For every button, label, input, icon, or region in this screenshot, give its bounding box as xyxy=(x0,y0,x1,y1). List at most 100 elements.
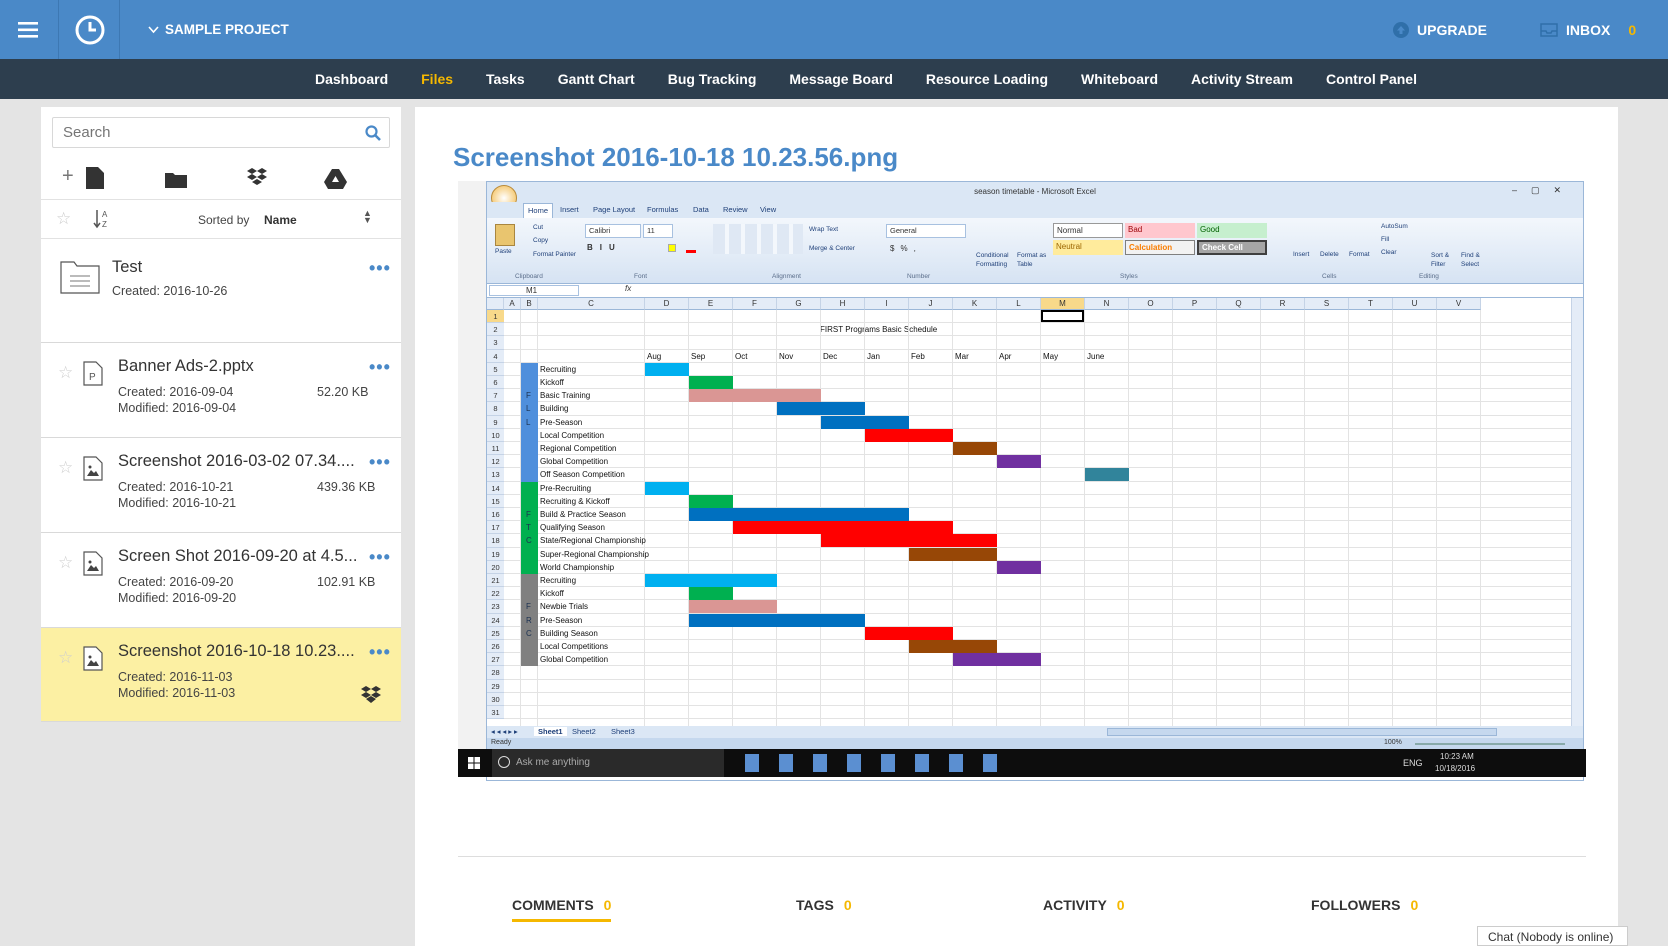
font-name-select[interactable]: Calibri xyxy=(585,224,641,238)
menu-icon[interactable] xyxy=(0,0,59,59)
paste-icon[interactable] xyxy=(495,224,515,246)
fill-color-icon[interactable] xyxy=(668,244,676,252)
merge-center-button[interactable]: Merge & Center xyxy=(809,245,855,252)
more-icon[interactable]: ••• xyxy=(369,452,391,473)
sheet-nav-icons[interactable]: ◂◂◂▸▸ xyxy=(491,727,520,736)
nav-activity-stream[interactable]: Activity Stream xyxy=(1191,71,1293,87)
alignment-icons[interactable] xyxy=(713,224,803,254)
style-normal[interactable]: Normal xyxy=(1053,223,1123,238)
nav-tasks[interactable]: Tasks xyxy=(486,71,525,87)
star-icon[interactable]: ☆ xyxy=(58,648,73,668)
star-icon[interactable]: ☆ xyxy=(58,363,73,383)
upgrade-button[interactable]: UPGRADE xyxy=(1393,0,1487,59)
number-format-select[interactable]: General xyxy=(886,224,966,238)
bold-italic-underline-icons[interactable]: BIU xyxy=(587,243,622,252)
number-group-label: Number xyxy=(907,273,931,280)
sheet-tab-2[interactable]: Sheet2 xyxy=(572,727,596,736)
ribbon-tab-page-layout[interactable]: Page Layout xyxy=(593,205,635,214)
plus-icon[interactable]: + xyxy=(62,165,74,188)
google-drive-icon[interactable] xyxy=(324,169,347,189)
vertical-scrollbar[interactable] xyxy=(1571,298,1583,726)
star-icon[interactable]: ☆ xyxy=(58,553,73,573)
search-icon[interactable] xyxy=(365,124,381,141)
style-check-cell[interactable]: Check Cell xyxy=(1197,240,1267,255)
nav-files[interactable]: Files xyxy=(421,71,453,87)
sheet-tab-1[interactable]: Sheet1 xyxy=(534,727,567,736)
font-size-select[interactable]: 11 xyxy=(643,224,673,238)
ribbon-tab-formulas[interactable]: Formulas xyxy=(647,205,678,214)
zoom-slider[interactable] xyxy=(1415,743,1565,745)
inbox-button[interactable]: INBOX 0 xyxy=(1540,0,1636,59)
clear-button[interactable]: Clear xyxy=(1381,249,1397,256)
clock-icon[interactable] xyxy=(60,0,120,59)
autosum-button[interactable]: AutoSum xyxy=(1381,223,1408,230)
font-color-icon[interactable] xyxy=(686,250,696,253)
nav-bug-tracking[interactable]: Bug Tracking xyxy=(668,71,757,87)
sort-select[interactable]: Name xyxy=(264,213,297,227)
delete-cells-button[interactable]: Delete xyxy=(1320,251,1339,258)
tab-comments[interactable]: COMMENTS 0 xyxy=(512,897,612,922)
insert-cells-button[interactable]: Insert xyxy=(1293,251,1309,258)
tab-activity[interactable]: ACTIVITY 0 xyxy=(1043,897,1125,913)
star-icon[interactable]: ☆ xyxy=(58,458,73,478)
cortana-search[interactable]: Ask me anything xyxy=(492,749,724,777)
file-item-test[interactable]: Test Created: 2016-10-26 ••• xyxy=(41,239,401,343)
sort-arrows-icon[interactable]: ▲ ▼ xyxy=(363,209,372,225)
new-file-icon[interactable] xyxy=(86,167,104,189)
file-item[interactable]: ☆ Screen Shot 2016-09-20 at 4.5... Creat… xyxy=(41,533,401,628)
format-table-button[interactable]: Format as Table xyxy=(1017,251,1051,269)
cut-button[interactable]: Cut xyxy=(533,224,543,231)
nav-resource-loading[interactable]: Resource Loading xyxy=(926,71,1048,87)
file-item-selected[interactable]: ☆ Screenshot 2016-10-18 10.23.... Create… xyxy=(41,628,401,722)
search-input[interactable] xyxy=(63,124,343,141)
gantt-bar xyxy=(645,481,689,495)
ribbon-tab-insert[interactable]: Insert xyxy=(560,205,579,214)
style-good[interactable]: Good xyxy=(1197,223,1267,238)
tab-followers[interactable]: FOLLOWERS 0 xyxy=(1311,897,1418,913)
style-neutral[interactable]: Neutral xyxy=(1053,240,1123,255)
style-calculation[interactable]: Calculation xyxy=(1125,240,1195,255)
tab-tags[interactable]: TAGS 0 xyxy=(796,897,852,913)
fill-button[interactable]: Fill xyxy=(1381,236,1389,243)
project-selector[interactable]: SAMPLE PROJECT xyxy=(148,0,289,59)
nav-whiteboard[interactable]: Whiteboard xyxy=(1081,71,1158,87)
star-icon[interactable]: ☆ xyxy=(56,209,71,229)
ribbon-tab-review[interactable]: Review xyxy=(723,205,748,214)
more-icon[interactable]: ••• xyxy=(369,258,391,279)
horizontal-scrollbar[interactable] xyxy=(1107,728,1497,736)
dropbox-icon[interactable] xyxy=(246,168,268,188)
nav-control-panel[interactable]: Control Panel xyxy=(1326,71,1417,87)
column-gridline xyxy=(1128,310,1129,726)
format-painter-button[interactable]: Format Painter xyxy=(533,251,576,258)
taskbar-apps-icons[interactable] xyxy=(737,754,1017,772)
nav-dashboard[interactable]: Dashboard xyxy=(315,71,388,87)
name-box[interactable]: M1 xyxy=(489,285,579,296)
copy-button[interactable]: Copy xyxy=(533,237,548,244)
ribbon-tab-view[interactable]: View xyxy=(760,205,776,214)
file-item[interactable]: ☆ Screenshot 2016-03-02 07.34.... Create… xyxy=(41,438,401,533)
style-bad[interactable]: Bad xyxy=(1125,223,1195,238)
window-controls-icon[interactable]: ‒▢✕ xyxy=(1512,185,1575,196)
chat-widget[interactable]: Chat (Nobody is online) xyxy=(1477,926,1628,946)
sort-filter-button[interactable]: Sort & Filter xyxy=(1431,251,1459,269)
conditional-formatting-button[interactable]: Conditional Formatting xyxy=(976,251,1014,269)
ribbon-tab-home[interactable]: Home xyxy=(523,203,554,218)
nav-gantt-chart[interactable]: Gantt Chart xyxy=(558,71,635,87)
file-item[interactable]: ☆ P Banner Ads-2.pptx Created: 2016-09-0… xyxy=(41,343,401,438)
more-icon[interactable]: ••• xyxy=(369,642,391,663)
ribbon-tab-data[interactable]: Data xyxy=(693,205,709,214)
spreadsheet-grid[interactable]: FIRST Programs Basic Schedule ABCDEFGHIJ… xyxy=(487,298,1573,726)
more-icon[interactable]: ••• xyxy=(369,357,391,378)
find-select-button[interactable]: Find & Select xyxy=(1461,251,1491,269)
fx-icon[interactable]: fx xyxy=(625,284,631,293)
number-format-icons[interactable]: $%, xyxy=(890,244,922,253)
format-cells-button[interactable]: Format xyxy=(1349,251,1370,258)
folder-icon[interactable] xyxy=(165,171,187,188)
windows-start-icon[interactable] xyxy=(468,757,480,769)
sort-az-icon[interactable]: AZ xyxy=(93,209,111,229)
sheet-tab-3[interactable]: Sheet3 xyxy=(611,727,635,736)
wrap-text-button[interactable]: Wrap Text xyxy=(809,226,838,233)
more-icon[interactable]: ••• xyxy=(369,547,391,568)
paste-button[interactable]: Paste xyxy=(495,248,512,255)
nav-message-board[interactable]: Message Board xyxy=(789,71,892,87)
